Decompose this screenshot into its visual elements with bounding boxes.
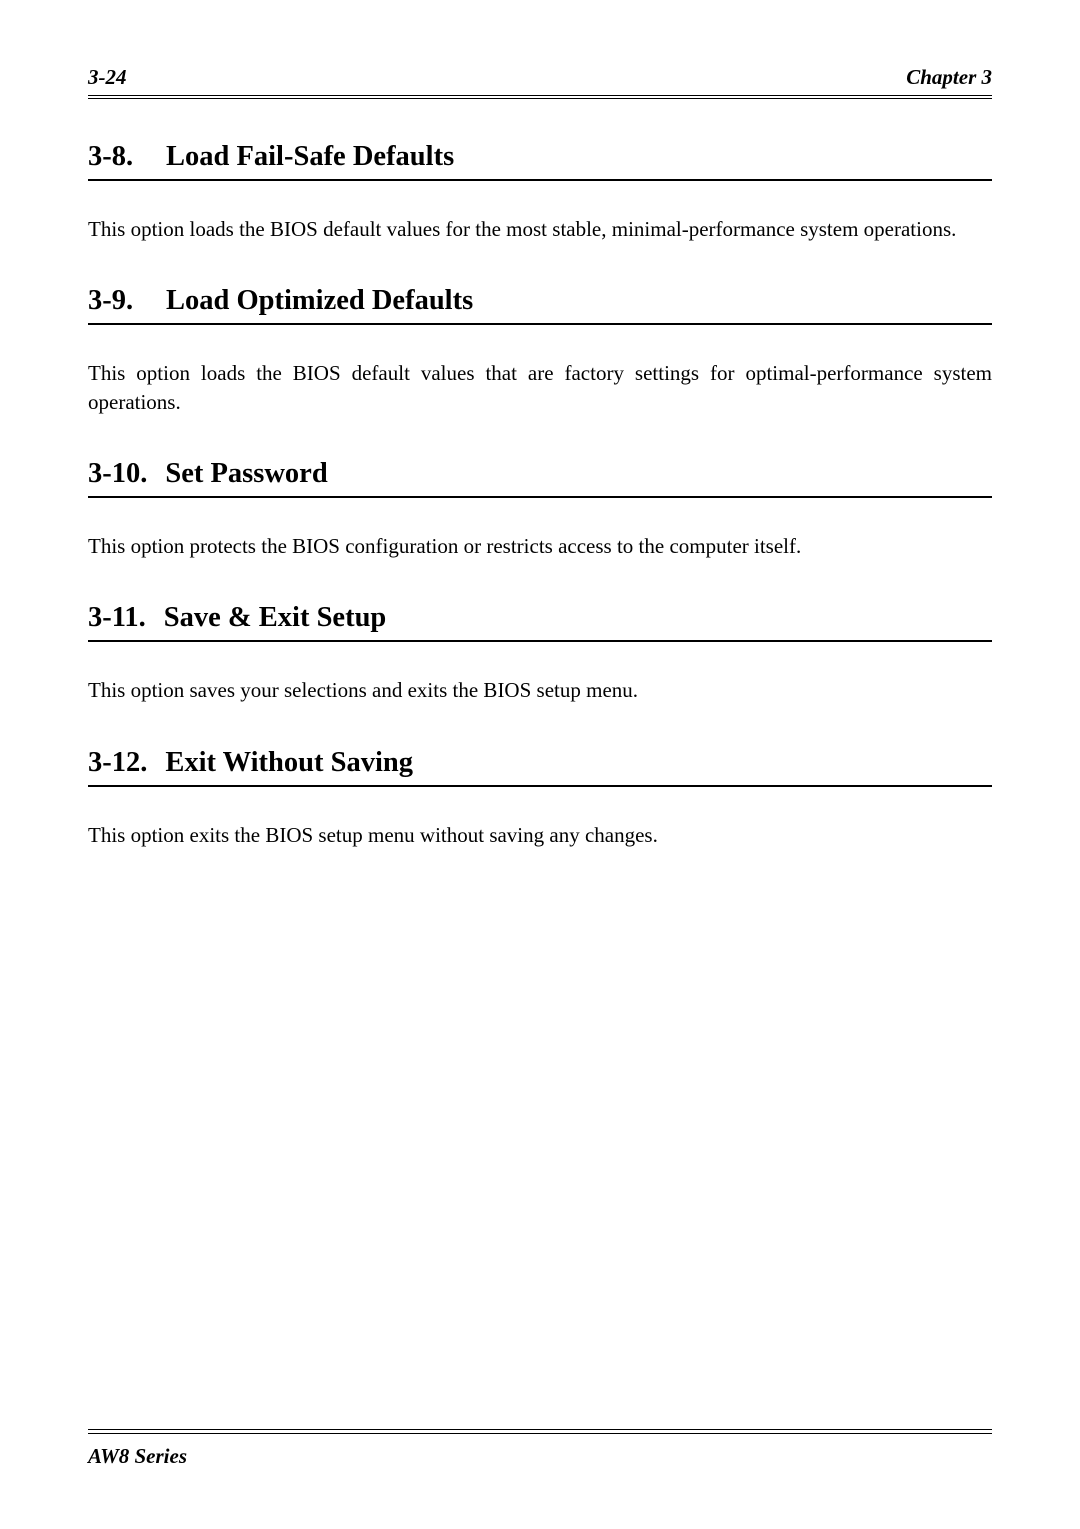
section-number: 3-8. [88, 141, 148, 173]
section-3-8: 3-8. Load Fail-Safe Defaults This option… [88, 141, 992, 243]
section-heading: 3-12. Exit Without Saving [88, 747, 992, 787]
section-title: Exit Without Saving [165, 747, 413, 779]
page-footer: AW8 Series [88, 1429, 992, 1469]
section-number: 3-11. [88, 602, 146, 634]
page-number: 3-24 [88, 65, 127, 90]
section-body: This option exits the BIOS setup menu wi… [88, 821, 992, 849]
section-heading: 3-11. Save & Exit Setup [88, 602, 992, 642]
section-body: This option protects the BIOS configurat… [88, 532, 992, 560]
document-page: 3-24 Chapter 3 3-8. Load Fail-Safe Defau… [0, 0, 1080, 1529]
chapter-label: Chapter 3 [906, 65, 992, 90]
footer-series: AW8 Series [88, 1438, 992, 1469]
footer-rule [88, 1429, 992, 1434]
section-title: Load Fail-Safe Defaults [166, 141, 454, 173]
section-number: 3-10. [88, 458, 147, 490]
section-number: 3-12. [88, 747, 147, 779]
section-heading: 3-9. Load Optimized Defaults [88, 285, 992, 325]
section-number: 3-9. [88, 285, 148, 317]
header-rule [88, 95, 992, 99]
section-title: Load Optimized Defaults [166, 285, 473, 317]
section-3-11: 3-11. Save & Exit Setup This option save… [88, 602, 992, 704]
page-header: 3-24 Chapter 3 [88, 65, 992, 99]
section-title: Save & Exit Setup [164, 602, 386, 634]
section-3-10: 3-10. Set Password This option protects … [88, 458, 992, 560]
section-heading: 3-10. Set Password [88, 458, 992, 498]
section-body: This option loads the BIOS default value… [88, 359, 992, 416]
section-body: This option loads the BIOS default value… [88, 215, 992, 243]
section-body: This option saves your selections and ex… [88, 676, 992, 704]
section-heading: 3-8. Load Fail-Safe Defaults [88, 141, 992, 181]
section-title: Set Password [165, 458, 327, 490]
section-3-9: 3-9. Load Optimized Defaults This option… [88, 285, 992, 416]
section-3-12: 3-12. Exit Without Saving This option ex… [88, 747, 992, 849]
